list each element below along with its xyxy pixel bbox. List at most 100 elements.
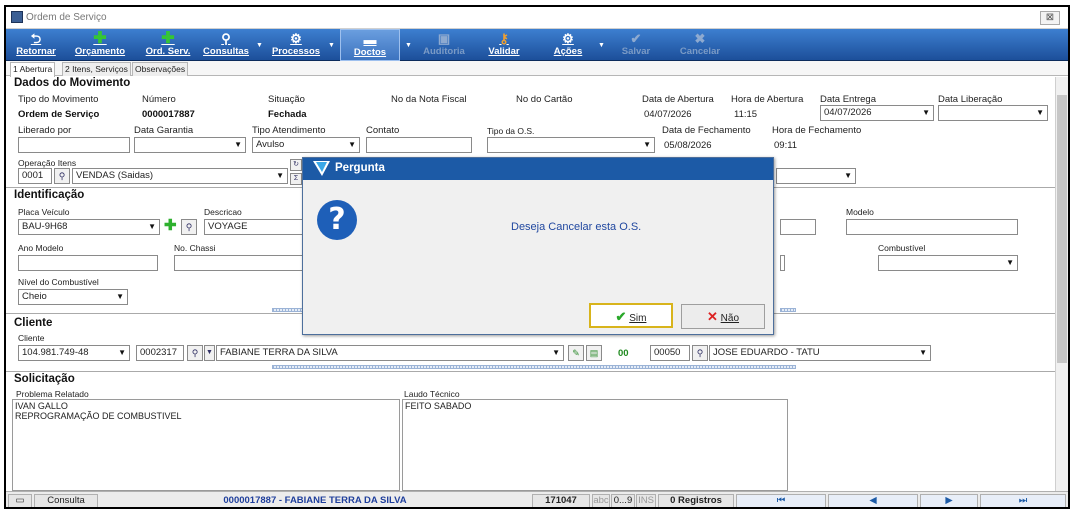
cliente-name-select[interactable]: FABIANE TERRA DA SILVA ▼: [216, 345, 564, 361]
tab-observacoes[interactable]: Observações: [132, 62, 189, 76]
problema-relatado-textarea[interactable]: IVAN GALLO REPROGRAMAÇÃO DE COMBUSTIVEL: [12, 399, 400, 491]
back-arrow-icon: ⮌: [30, 31, 42, 46]
tab-itens-servicos[interactable]: 2 Itens, Serviços: [62, 62, 131, 76]
cliente-count: 00: [618, 348, 629, 359]
orcamento-button[interactable]: ✚ Orçamento: [74, 29, 126, 61]
section-identificacao: Identificação: [14, 189, 85, 201]
laudo-tecnico-textarea[interactable]: FEITO SABADO: [402, 399, 788, 491]
cliente-cpf-select[interactable]: 104.981.749-48 ▼: [18, 345, 130, 361]
situacao-value: Fechada: [268, 109, 307, 120]
tipo-atendimento-select[interactable]: Avulso ▼: [252, 137, 360, 153]
client-history-icon[interactable]: ▤: [586, 345, 602, 361]
validar-label: Validar: [488, 46, 520, 57]
gears-icon: ⚙: [290, 31, 302, 46]
processos-dropdown-icon[interactable]: ▼: [328, 42, 335, 49]
modelo-field[interactable]: [846, 219, 1018, 235]
consultas-dropdown-icon[interactable]: ▼: [256, 42, 263, 49]
contato-field[interactable]: [366, 137, 472, 153]
status-bar: ▭ Consulta 0000017887 - FABIANE TERRA DA…: [6, 491, 1068, 507]
chevron-down-icon: ▼: [348, 140, 356, 149]
tipo-os-select[interactable]: ▼: [487, 137, 655, 153]
vendedor-code-field[interactable]: 00050: [650, 345, 690, 361]
acoes-button[interactable]: ⚙ Ações: [546, 29, 590, 61]
processos-label: Processos: [271, 46, 321, 57]
printer-icon: ▬: [363, 32, 377, 47]
processos-button[interactable]: ⚙ Processos: [270, 29, 322, 61]
first-record-icon[interactable]: ⏮: [736, 494, 826, 507]
doctos-dropdown-icon[interactable]: ▼: [405, 42, 412, 49]
search-icon[interactable]: ⚲: [187, 345, 203, 361]
data-entrega-value: 04/07/2026: [824, 107, 872, 118]
splitter-middle[interactable]: [272, 365, 796, 369]
cancelar-button[interactable]: ✖ Cancelar: [674, 29, 726, 61]
refresh-icon[interactable]: ↻: [290, 159, 302, 171]
data-liberacao-field[interactable]: ▼: [938, 105, 1048, 121]
vertical-scrollbar[interactable]: [1055, 77, 1068, 491]
consultas-button[interactable]: ⚲ Consultas: [202, 29, 250, 61]
retornar-button[interactable]: ⮌ Retornar: [14, 29, 58, 61]
chevron-down-icon: ▼: [643, 140, 651, 149]
ord-serv-button[interactable]: ✚ Ord. Serv.: [142, 29, 194, 61]
consultas-label: Consultas: [203, 46, 249, 57]
search-icon[interactable]: ⚲: [181, 219, 197, 235]
validar-button[interactable]: ⚷ Validar: [482, 29, 526, 61]
liberado-por-field[interactable]: [18, 137, 130, 153]
tipo-movimento-value: Ordem de Serviço: [18, 109, 100, 120]
doctos-button[interactable]: ▬ Doctos: [340, 29, 400, 61]
nivel-combustivel-select[interactable]: Cheio ▼: [18, 289, 128, 305]
chevron-down-icon: ▼: [234, 140, 242, 149]
chevron-down-icon: ▼: [919, 348, 927, 357]
app-icon: [11, 11, 23, 23]
tab-abertura[interactable]: 1 Abertura: [10, 62, 56, 77]
salvar-button[interactable]: ✔ Salvar: [614, 29, 658, 61]
cliente-label: Cliente: [18, 333, 45, 343]
section-solicitacao: Solicitação: [14, 373, 75, 385]
sum-icon[interactable]: Σ: [290, 173, 302, 185]
doctos-label: Doctos: [353, 47, 387, 58]
descricao-extra-field[interactable]: [780, 219, 816, 235]
next-record-icon[interactable]: ▶: [920, 494, 978, 507]
chevron-down-icon: ▼: [844, 171, 852, 180]
chassi-extra-field[interactable]: [780, 255, 785, 271]
acoes-label: Ações: [553, 46, 583, 57]
yes-button[interactable]: ✔ Sim: [589, 303, 673, 328]
edit-client-icon[interactable]: ✎: [568, 345, 584, 361]
data-garantia-field[interactable]: ▼: [134, 137, 246, 153]
data-entrega-field[interactable]: 04/07/2026 ▼: [820, 105, 934, 121]
orcamento-label: Orçamento: [74, 46, 126, 57]
add-vehicle-icon[interactable]: ✚: [164, 218, 177, 234]
placa-select[interactable]: BAU-9H68 ▼: [18, 219, 160, 235]
check-icon: ✔: [615, 309, 627, 324]
auditoria-button[interactable]: ▣ Auditoria: [416, 29, 472, 61]
cross-icon: ✖: [694, 31, 706, 46]
operacao-select[interactable]: VENDAS (Saidas) ▼: [72, 168, 288, 184]
descricao-field[interactable]: VOYAGE: [204, 219, 308, 235]
placa-value: BAU-9H68: [22, 221, 68, 232]
close-button[interactable]: ⊠: [1040, 11, 1060, 25]
laudo-tecnico-label: Laudo Técnico: [404, 389, 460, 399]
chevron-down-icon[interactable]: ▼: [204, 345, 215, 361]
confirm-dialog: Pergunta ? Deseja Cancelar esta O.S. ✔ S…: [302, 157, 774, 335]
cliente-code-field[interactable]: 0002317: [136, 345, 184, 361]
window-title: Ordem de Serviço: [26, 12, 107, 23]
prev-record-icon[interactable]: ◀: [828, 494, 918, 507]
nivel-combustivel-value: Cheio: [22, 291, 47, 302]
search-icon[interactable]: ⚲: [692, 345, 708, 361]
splitter-right[interactable]: [780, 308, 796, 312]
status-record: 0000017887 - FABIANE TERRA DA SILVA: [100, 494, 530, 507]
operacao-code-field[interactable]: 0001: [18, 168, 52, 184]
chevron-down-icon: ▼: [276, 171, 284, 180]
chassi-field[interactable]: [174, 255, 308, 271]
numero-label: Número: [142, 94, 176, 105]
key-icon: ⚷: [499, 31, 509, 46]
combustivel-select[interactable]: ▼: [878, 255, 1018, 271]
scrollbar-thumb[interactable]: [1057, 95, 1067, 363]
operacao-extra-select[interactable]: ▼: [776, 168, 856, 184]
vendedor-select[interactable]: JOSE EDUARDO - TATU ▼: [709, 345, 931, 361]
last-record-icon[interactable]: ⏭: [980, 494, 1066, 507]
search-icon[interactable]: ⚲: [54, 168, 70, 184]
ano-modelo-field[interactable]: [18, 255, 158, 271]
acoes-dropdown-icon[interactable]: ▼: [598, 42, 605, 49]
chevron-down-icon: ▼: [118, 348, 126, 357]
no-button[interactable]: ✕ Não: [681, 304, 765, 329]
